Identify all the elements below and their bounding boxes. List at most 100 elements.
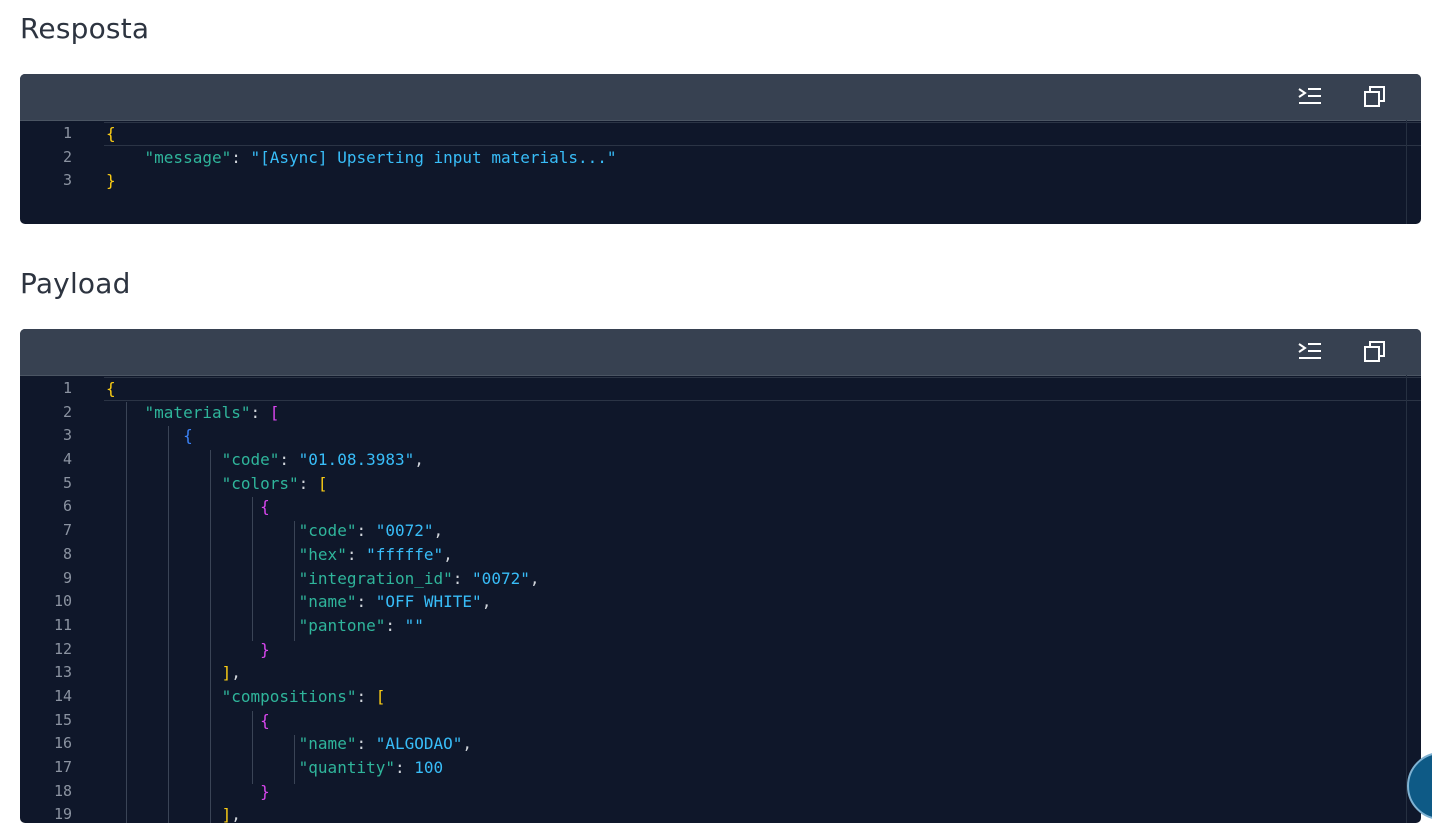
code-token: [ — [269, 402, 280, 422]
line-number: 2 — [62, 147, 72, 166]
code-content: { — [106, 122, 116, 146]
code-token: "hex" — [298, 544, 347, 564]
code-content: } — [106, 780, 270, 804]
code-line: 3 { — [20, 424, 1421, 448]
scrollbar-track — [1406, 375, 1407, 823]
code-line: 18 } — [20, 780, 1421, 804]
code-token: : — [452, 568, 473, 588]
code-line: 8 "hex": "fffffe", — [20, 543, 1421, 567]
code-token: "colors" — [221, 473, 299, 493]
line-number: 12 — [53, 639, 72, 658]
code-token: "code" — [298, 521, 357, 541]
code-token: { — [260, 710, 270, 730]
code-token: "name" — [298, 734, 357, 754]
code-line: 11 "pantone": "" — [20, 614, 1421, 638]
code-token: "0072" — [375, 521, 434, 541]
line-number: 8 — [62, 544, 72, 563]
line-number: 19 — [53, 805, 72, 823]
code-line: 12 } — [20, 638, 1421, 662]
code-token: { — [260, 497, 270, 517]
code-token: "fffffe" — [366, 544, 444, 564]
line-number: 9 — [62, 568, 72, 587]
code-content: { — [106, 424, 193, 448]
code-content: { — [106, 377, 116, 401]
code-line: 14 "compositions": [ — [20, 685, 1421, 709]
code-content: "integration_id": "0072", — [106, 567, 540, 591]
response-editor[interactable]: 1{2 "message": "[Async] Upserting input … — [20, 121, 1421, 193]
code-content: "quantity": 100 — [106, 756, 444, 780]
copy-button[interactable] — [1360, 339, 1390, 365]
code-line: 7 "code": "0072", — [20, 519, 1421, 543]
code-token: "code" — [221, 450, 280, 470]
code-line: 4 "code": "01.08.3983", — [20, 448, 1421, 472]
payload-title: Payload — [20, 267, 131, 300]
code-line: 6 { — [20, 495, 1421, 519]
code-token: } — [260, 781, 270, 801]
code-token: "[Async] Upserting input materials..." — [250, 147, 617, 167]
indent-lines-icon — [1298, 343, 1321, 359]
code-token: : — [356, 734, 376, 754]
code-content: "code": "01.08.3983", — [106, 448, 424, 472]
payload-code-block: 1{2 "materials": [3 {4 "code": "01.08.39… — [20, 329, 1421, 823]
code-line: 10 "name": "OFF WHITE", — [20, 590, 1421, 614]
line-number: 6 — [62, 497, 72, 516]
code-content: { — [106, 495, 270, 519]
code-content: } — [106, 169, 116, 193]
copy-icon — [1364, 86, 1385, 107]
code-token: , — [231, 805, 241, 823]
code-line: 16 "name": "ALGODAO", — [20, 732, 1421, 756]
code-content: "name": "ALGODAO", — [106, 732, 472, 756]
response-toolbar — [20, 74, 1421, 121]
code-token: , — [443, 544, 453, 564]
code-token: : — [385, 615, 405, 635]
payload-editor[interactable]: 1{2 "materials": [3 {4 "code": "01.08.39… — [20, 376, 1421, 823]
code-token: "ALGODAO" — [375, 734, 463, 754]
line-number: 10 — [53, 592, 72, 611]
code-content: } — [106, 638, 270, 662]
line-number: 4 — [62, 450, 72, 469]
copy-button[interactable] — [1360, 84, 1390, 110]
line-number: 7 — [62, 521, 72, 540]
code-token: : — [356, 686, 376, 706]
code-token: "pantone" — [298, 615, 386, 635]
response-title: Resposta — [20, 12, 150, 45]
scrollbar-track — [1406, 120, 1407, 224]
code-token: [ — [375, 686, 386, 706]
code-token: , — [462, 734, 473, 754]
code-token: , — [414, 450, 424, 470]
code-token: "quantity" — [298, 758, 395, 777]
code-token: : — [356, 592, 376, 612]
line-number: 15 — [53, 710, 72, 729]
code-token: : — [356, 521, 376, 541]
code-line: 1{ — [20, 122, 1421, 146]
code-token: "compositions" — [221, 686, 357, 706]
code-content: ], — [106, 661, 241, 685]
code-line: 1{ — [20, 377, 1421, 401]
code-token: : — [279, 450, 299, 470]
code-token: { — [106, 379, 116, 398]
code-token: : — [231, 147, 251, 167]
code-line: 13 ], — [20, 661, 1421, 685]
line-number: 3 — [62, 426, 72, 445]
code-token: "materials" — [144, 402, 251, 422]
format-button[interactable] — [1295, 84, 1325, 110]
format-button[interactable] — [1295, 339, 1325, 365]
code-content: "pantone": "" — [106, 614, 424, 638]
code-token: "integration_id" — [298, 568, 453, 588]
code-token: } — [260, 639, 270, 659]
code-content: "materials": [ — [106, 401, 280, 425]
code-token: : — [394, 758, 415, 777]
code-token: "message" — [144, 147, 232, 167]
